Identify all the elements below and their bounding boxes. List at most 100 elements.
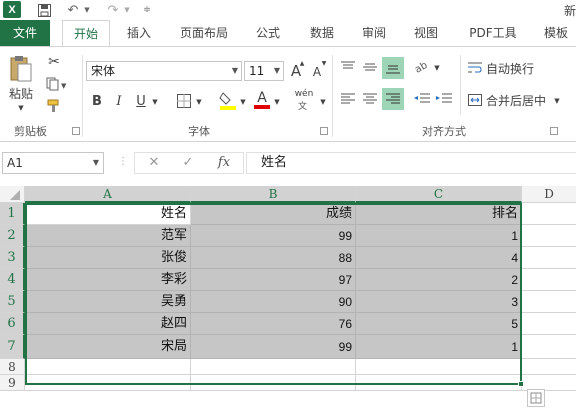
cut-icon[interactable]: ✂ [44,53,64,71]
increase-indent-icon[interactable] [434,89,454,109]
tab-pdf-tools[interactable]: PDF工具 [460,20,526,46]
row-header-5[interactable]: 5 [0,291,25,313]
cell-a3[interactable]: 张俊 [25,247,191,269]
cell-d6[interactable] [522,313,576,335]
tab-templates[interactable]: 模板 [536,20,576,46]
tab-data[interactable]: 数据 [302,20,342,46]
cell-b5[interactable]: 90 [191,291,356,313]
font-color-dropdown-icon[interactable]: ▼ [272,95,282,109]
cell-b7[interactable]: 99 [191,335,356,359]
tab-formulas[interactable]: 公式 [248,20,288,46]
tab-insert[interactable]: 插入 [118,20,160,46]
cell-b4[interactable]: 97 [191,269,356,291]
cancel-icon[interactable]: ✕ [139,153,169,173]
cell-a2[interactable]: 范军 [25,225,191,247]
select-all-corner[interactable] [0,186,25,203]
cell-b2[interactable]: 99 [191,225,356,247]
cell-b9[interactable] [191,375,356,391]
merge-center-button[interactable]: 合并后居中 [486,91,550,109]
customize-quick-access-icon[interactable]: ≑ [140,1,154,19]
cell-c9[interactable] [356,375,522,391]
cell-d1[interactable] [522,203,576,225]
cell-a4[interactable]: 李彩 [25,269,191,291]
merge-dropdown-icon[interactable]: ▼ [552,95,562,107]
cell-b1[interactable]: 成绩 [191,203,356,225]
cell-a1[interactable]: 姓名 [25,203,191,225]
enter-icon[interactable]: ✓ [173,153,203,173]
column-header-d[interactable]: D [522,186,576,203]
underline-dropdown-icon[interactable]: ▼ [150,95,160,109]
name-box[interactable]: A1 ▼ [2,152,104,174]
orientation-dropdown-icon[interactable]: ▼ [432,61,442,75]
cell-c6[interactable]: 5 [356,313,522,335]
cell-c5[interactable]: 3 [356,291,522,313]
cell-a6[interactable]: 赵四 [25,313,191,335]
row-header-9[interactable]: 9 [0,375,25,391]
column-header-b[interactable]: B [191,186,356,203]
cell-d4[interactable] [522,269,576,291]
wrap-text-icon[interactable] [466,59,484,77]
borders-dropdown-icon[interactable]: ▼ [194,95,204,109]
cell-d8[interactable] [522,359,576,375]
cell-c2[interactable]: 1 [356,225,522,247]
fill-color-dropdown-icon[interactable]: ▼ [238,95,248,109]
cell-b8[interactable] [191,359,356,375]
paste-dropdown-icon[interactable]: ▼ [14,103,28,113]
row-header-1[interactable]: 1 [0,203,25,225]
undo-icon[interactable]: ↶ [64,1,82,19]
row-header-6[interactable]: 6 [0,313,25,335]
fill-color-icon[interactable] [218,89,238,111]
cell-c7[interactable]: 1 [356,335,522,359]
font-color-button[interactable]: A [252,89,272,111]
cell-b6[interactable]: 76 [191,313,356,335]
column-header-c[interactable]: C [356,186,522,203]
font-name-combo[interactable]: 宋体 ▼ [86,61,242,81]
tab-page-layout[interactable]: 页面布局 [172,20,236,46]
wrap-text-button[interactable]: 自动换行 [486,59,546,77]
drag-handle-icon[interactable]: ⋮ [118,156,128,167]
quick-analysis-icon[interactable] [527,389,545,407]
cell-b3[interactable]: 88 [191,247,356,269]
alignment-launcher-icon[interactable] [550,127,558,135]
cell-d7[interactable] [522,335,576,359]
cell-a9[interactable] [25,375,191,391]
tab-home[interactable]: 开始 [62,20,110,47]
cell-a8[interactable] [25,359,191,375]
cell-d3[interactable] [522,247,576,269]
row-header-8[interactable]: 8 [0,359,25,375]
format-painter-icon[interactable] [44,97,64,115]
bold-button[interactable]: B [88,91,106,111]
cell-c8[interactable] [356,359,522,375]
tab-view[interactable]: 视图 [408,20,444,46]
cell-a7[interactable]: 宋局 [25,335,191,359]
clipboard-launcher-icon[interactable] [72,127,80,135]
align-middle-icon[interactable] [360,57,380,77]
paste-icon[interactable] [6,55,36,83]
merge-center-icon[interactable] [466,91,484,109]
paste-button[interactable]: 粘贴 [6,85,36,101]
insert-function-icon[interactable]: fx [209,153,239,173]
redo-icon[interactable]: ↷ [104,1,122,19]
tab-file[interactable]: 文件 [0,20,50,46]
align-left-icon[interactable] [338,89,358,109]
cell-c1[interactable]: 排名 [356,203,522,225]
undo-dropdown-icon[interactable]: ▼ [82,1,92,19]
formula-input[interactable]: 姓名 [246,152,576,174]
row-header-2[interactable]: 2 [0,225,25,247]
row-header-4[interactable]: 4 [0,269,25,291]
cell-d5[interactable] [522,291,576,313]
fill-handle[interactable] [518,381,524,387]
underline-button[interactable]: U [132,91,150,111]
row-header-3[interactable]: 3 [0,247,25,269]
column-header-a[interactable]: A [25,186,191,203]
cell-c4[interactable]: 2 [356,269,522,291]
redo-dropdown-icon[interactable]: ▼ [122,1,132,19]
cell-c3[interactable]: 4 [356,247,522,269]
tab-review[interactable]: 审阅 [356,20,392,46]
font-launcher-icon[interactable] [320,127,328,135]
orientation-icon[interactable]: ab [412,57,432,77]
save-icon[interactable] [34,1,54,19]
cell-a5[interactable]: 吴勇 [25,291,191,313]
row-header-7[interactable]: 7 [0,335,25,359]
align-bottom-icon[interactable] [382,57,404,79]
